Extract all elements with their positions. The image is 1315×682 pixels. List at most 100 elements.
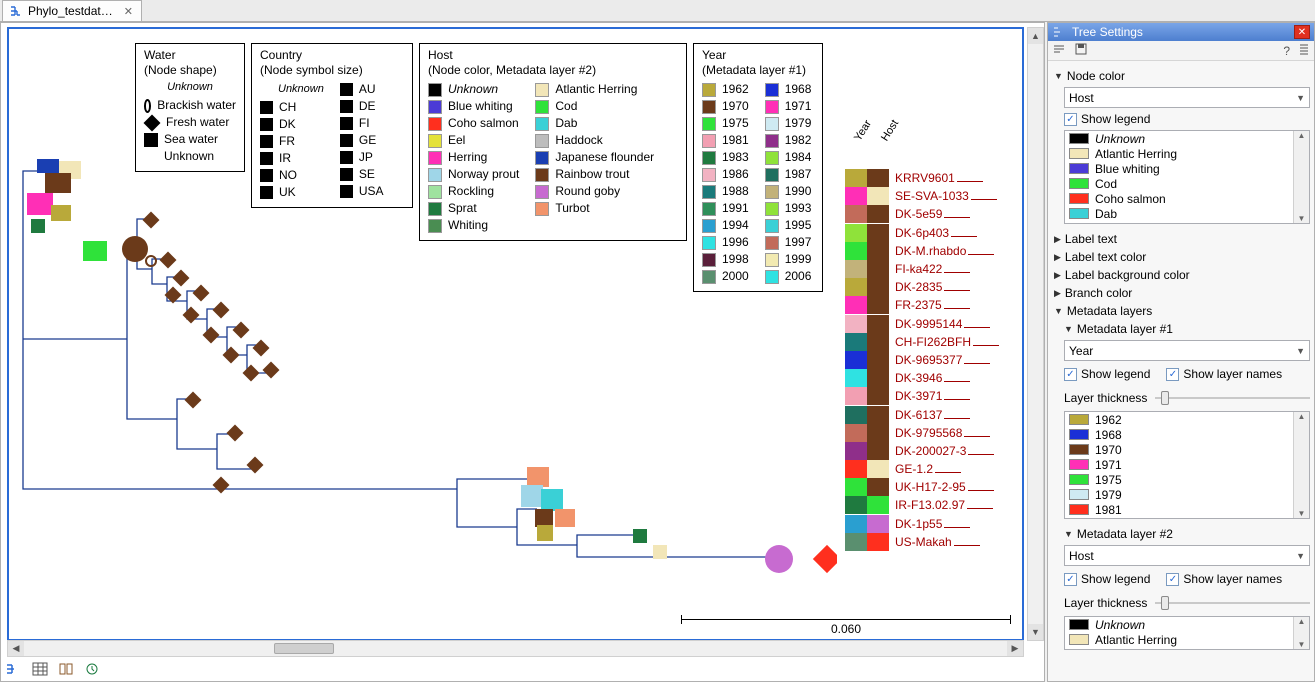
legend-item: Brackish water <box>144 97 236 114</box>
sample-label: DK-9695377 <box>895 353 962 367</box>
sample-row: CH-FI262BFH <box>845 333 971 351</box>
book-view-icon[interactable] <box>57 661 75 677</box>
section-ml2[interactable]: ▼Metadata layer #2 <box>1064 525 1310 543</box>
legend-item: 1970 <box>702 98 749 115</box>
list-item[interactable]: 1962 <box>1065 412 1309 427</box>
sample-row: DK-6p403 <box>845 224 971 242</box>
legend-item: Sea water <box>144 131 236 148</box>
sample-row: DK-9695377 <box>845 351 971 369</box>
list-item[interactable]: 1971 <box>1065 457 1309 472</box>
legend-country-subtitle: (Node symbol size) <box>260 63 404 77</box>
legend-item: Dab <box>535 115 654 132</box>
show-legend-checkbox[interactable]: ✓ <box>1064 113 1077 126</box>
sample-row: DK-3946 <box>845 369 971 387</box>
help-icon[interactable]: ? <box>1283 44 1290 58</box>
tree-view[interactable]: Water (Node shape) Unknown Brackish wate… <box>7 27 1024 641</box>
legend-host-subtitle: (Node color, Metadata layer #2) <box>428 63 678 77</box>
sample-row: IR-F13.02.97 <box>845 496 971 514</box>
phylo-tree-icon <box>9 4 23 18</box>
section-label-bg-color[interactable]: ▶Label background color <box>1054 266 1310 284</box>
scroll-down-icon[interactable]: ▼ <box>1028 624 1043 640</box>
close-icon[interactable]: ✕ <box>124 5 133 18</box>
scroll-up-icon[interactable]: ▲ <box>1028 28 1043 44</box>
phylogenetic-tree <box>17 159 837 609</box>
sample-row: FI-ka422 <box>845 260 971 278</box>
ml1-thickness-slider[interactable] <box>1155 389 1310 407</box>
section-label-text-color[interactable]: ▶Label text color <box>1054 248 1310 266</box>
legend-country-title: Country <box>260 48 404 62</box>
panel-close-icon[interactable]: ✕ <box>1294 25 1310 39</box>
legend-item: Eel <box>428 132 519 149</box>
chevron-down-icon: ▼ <box>1296 346 1305 356</box>
list-item[interactable]: 1970 <box>1065 442 1309 457</box>
list-item[interactable]: 1968 <box>1065 427 1309 442</box>
legend-item: 1962 <box>702 81 749 98</box>
collapse-all-icon[interactable] <box>1052 43 1066 58</box>
listbox-scrollbar[interactable] <box>1293 412 1309 518</box>
sample-label: US-Makah <box>895 535 952 549</box>
section-label-text[interactable]: ▶Label text <box>1054 230 1310 248</box>
list-item[interactable]: Dab <box>1065 206 1309 221</box>
sample-label: DK-9795568 <box>895 426 962 440</box>
list-item[interactable]: Unknown <box>1065 617 1309 632</box>
sample-label: DK-M.rhabdo <box>895 244 966 258</box>
listbox-scrollbar[interactable] <box>1293 617 1309 649</box>
list-item[interactable]: Blue whiting <box>1065 161 1309 176</box>
legend-host-title: Host <box>428 48 678 62</box>
sample-label: DK-200027-3 <box>895 444 966 458</box>
scroll-right-icon[interactable]: ▶ <box>1007 641 1023 656</box>
ml1-dropdown[interactable]: Year▼ <box>1064 340 1310 361</box>
sample-label: DK-1p55 <box>895 517 942 531</box>
table-view-icon[interactable] <box>31 661 49 677</box>
ml2-show-layer-names-checkbox[interactable]: ✓ <box>1166 573 1179 586</box>
ml1-show-layer-names-checkbox[interactable]: ✓ <box>1166 368 1179 381</box>
list-item[interactable]: Eel <box>1065 221 1309 224</box>
list-item[interactable]: Coho salmon <box>1065 191 1309 206</box>
sample-row: DK-1p55 <box>845 515 971 533</box>
listbox-scrollbar[interactable] <box>1293 131 1309 223</box>
ml2-dropdown[interactable]: Host▼ <box>1064 545 1310 566</box>
legend-item: CH <box>260 99 324 116</box>
sample-row: SE-SVA-1033 <box>845 187 971 205</box>
main-viewport: Water (Node shape) Unknown Brackish wate… <box>0 22 1045 682</box>
legend-water-subtitle: (Node shape) <box>144 63 236 77</box>
horizontal-scrollbar[interactable]: ◀ ▶ <box>7 640 1024 657</box>
ml2-listbox[interactable]: UnknownAtlantic Herring <box>1064 616 1310 650</box>
sample-label: SE-SVA-1033 <box>895 189 969 203</box>
sample-row: DK-9995144 <box>845 315 971 333</box>
list-item[interactable]: 1975 <box>1065 472 1309 487</box>
scroll-left-icon[interactable]: ◀ <box>8 641 24 656</box>
legend-item: Coho salmon <box>428 115 519 132</box>
list-item[interactable]: 1981 <box>1065 502 1309 517</box>
list-item[interactable]: Unknown <box>1065 131 1309 146</box>
document-tab[interactable]: Phylo_testdat… ✕ <box>2 0 142 21</box>
tree-view-icon[interactable] <box>5 661 23 677</box>
ml1-show-legend-checkbox[interactable]: ✓ <box>1064 368 1077 381</box>
sample-label: FR-2375 <box>895 298 942 312</box>
list-item[interactable]: Atlantic Herring <box>1065 146 1309 161</box>
node-color-listbox[interactable]: UnknownAtlantic HerringBlue whitingCodCo… <box>1064 130 1310 224</box>
legend-item: Cod <box>535 98 654 115</box>
scroll-thumb[interactable] <box>274 643 334 654</box>
save-settings-icon[interactable] <box>1074 43 1088 58</box>
legend-water-title: Water <box>144 48 236 62</box>
ml2-thickness-slider[interactable] <box>1155 594 1310 612</box>
node-color-dropdown[interactable]: Host▼ <box>1064 87 1310 108</box>
section-branch-color[interactable]: ▶Branch color <box>1054 284 1310 302</box>
ml1-listbox[interactable]: 1962196819701971197519791981 <box>1064 411 1310 519</box>
list-item[interactable]: Cod <box>1065 176 1309 191</box>
history-view-icon[interactable] <box>83 661 101 677</box>
vertical-scrollbar[interactable]: ▲ ▼ <box>1027 27 1044 641</box>
list-item[interactable]: 1979 <box>1065 487 1309 502</box>
legend-year-title: Year <box>702 48 814 62</box>
ml2-show-legend-checkbox[interactable]: ✓ <box>1064 573 1077 586</box>
expand-all-icon[interactable] <box>1298 43 1310 58</box>
legend-item: 1981 <box>702 132 749 149</box>
sample-row: DK-M.rhabdo <box>845 242 971 260</box>
sample-row: DK-3971 <box>845 387 971 405</box>
legend-item: FR <box>260 133 324 150</box>
section-node-color[interactable]: ▼Node color <box>1054 67 1310 85</box>
section-ml1[interactable]: ▼Metadata layer #1 <box>1064 320 1310 338</box>
list-item[interactable]: Atlantic Herring <box>1065 632 1309 647</box>
section-metadata-layers[interactable]: ▼Metadata layers <box>1054 302 1310 320</box>
